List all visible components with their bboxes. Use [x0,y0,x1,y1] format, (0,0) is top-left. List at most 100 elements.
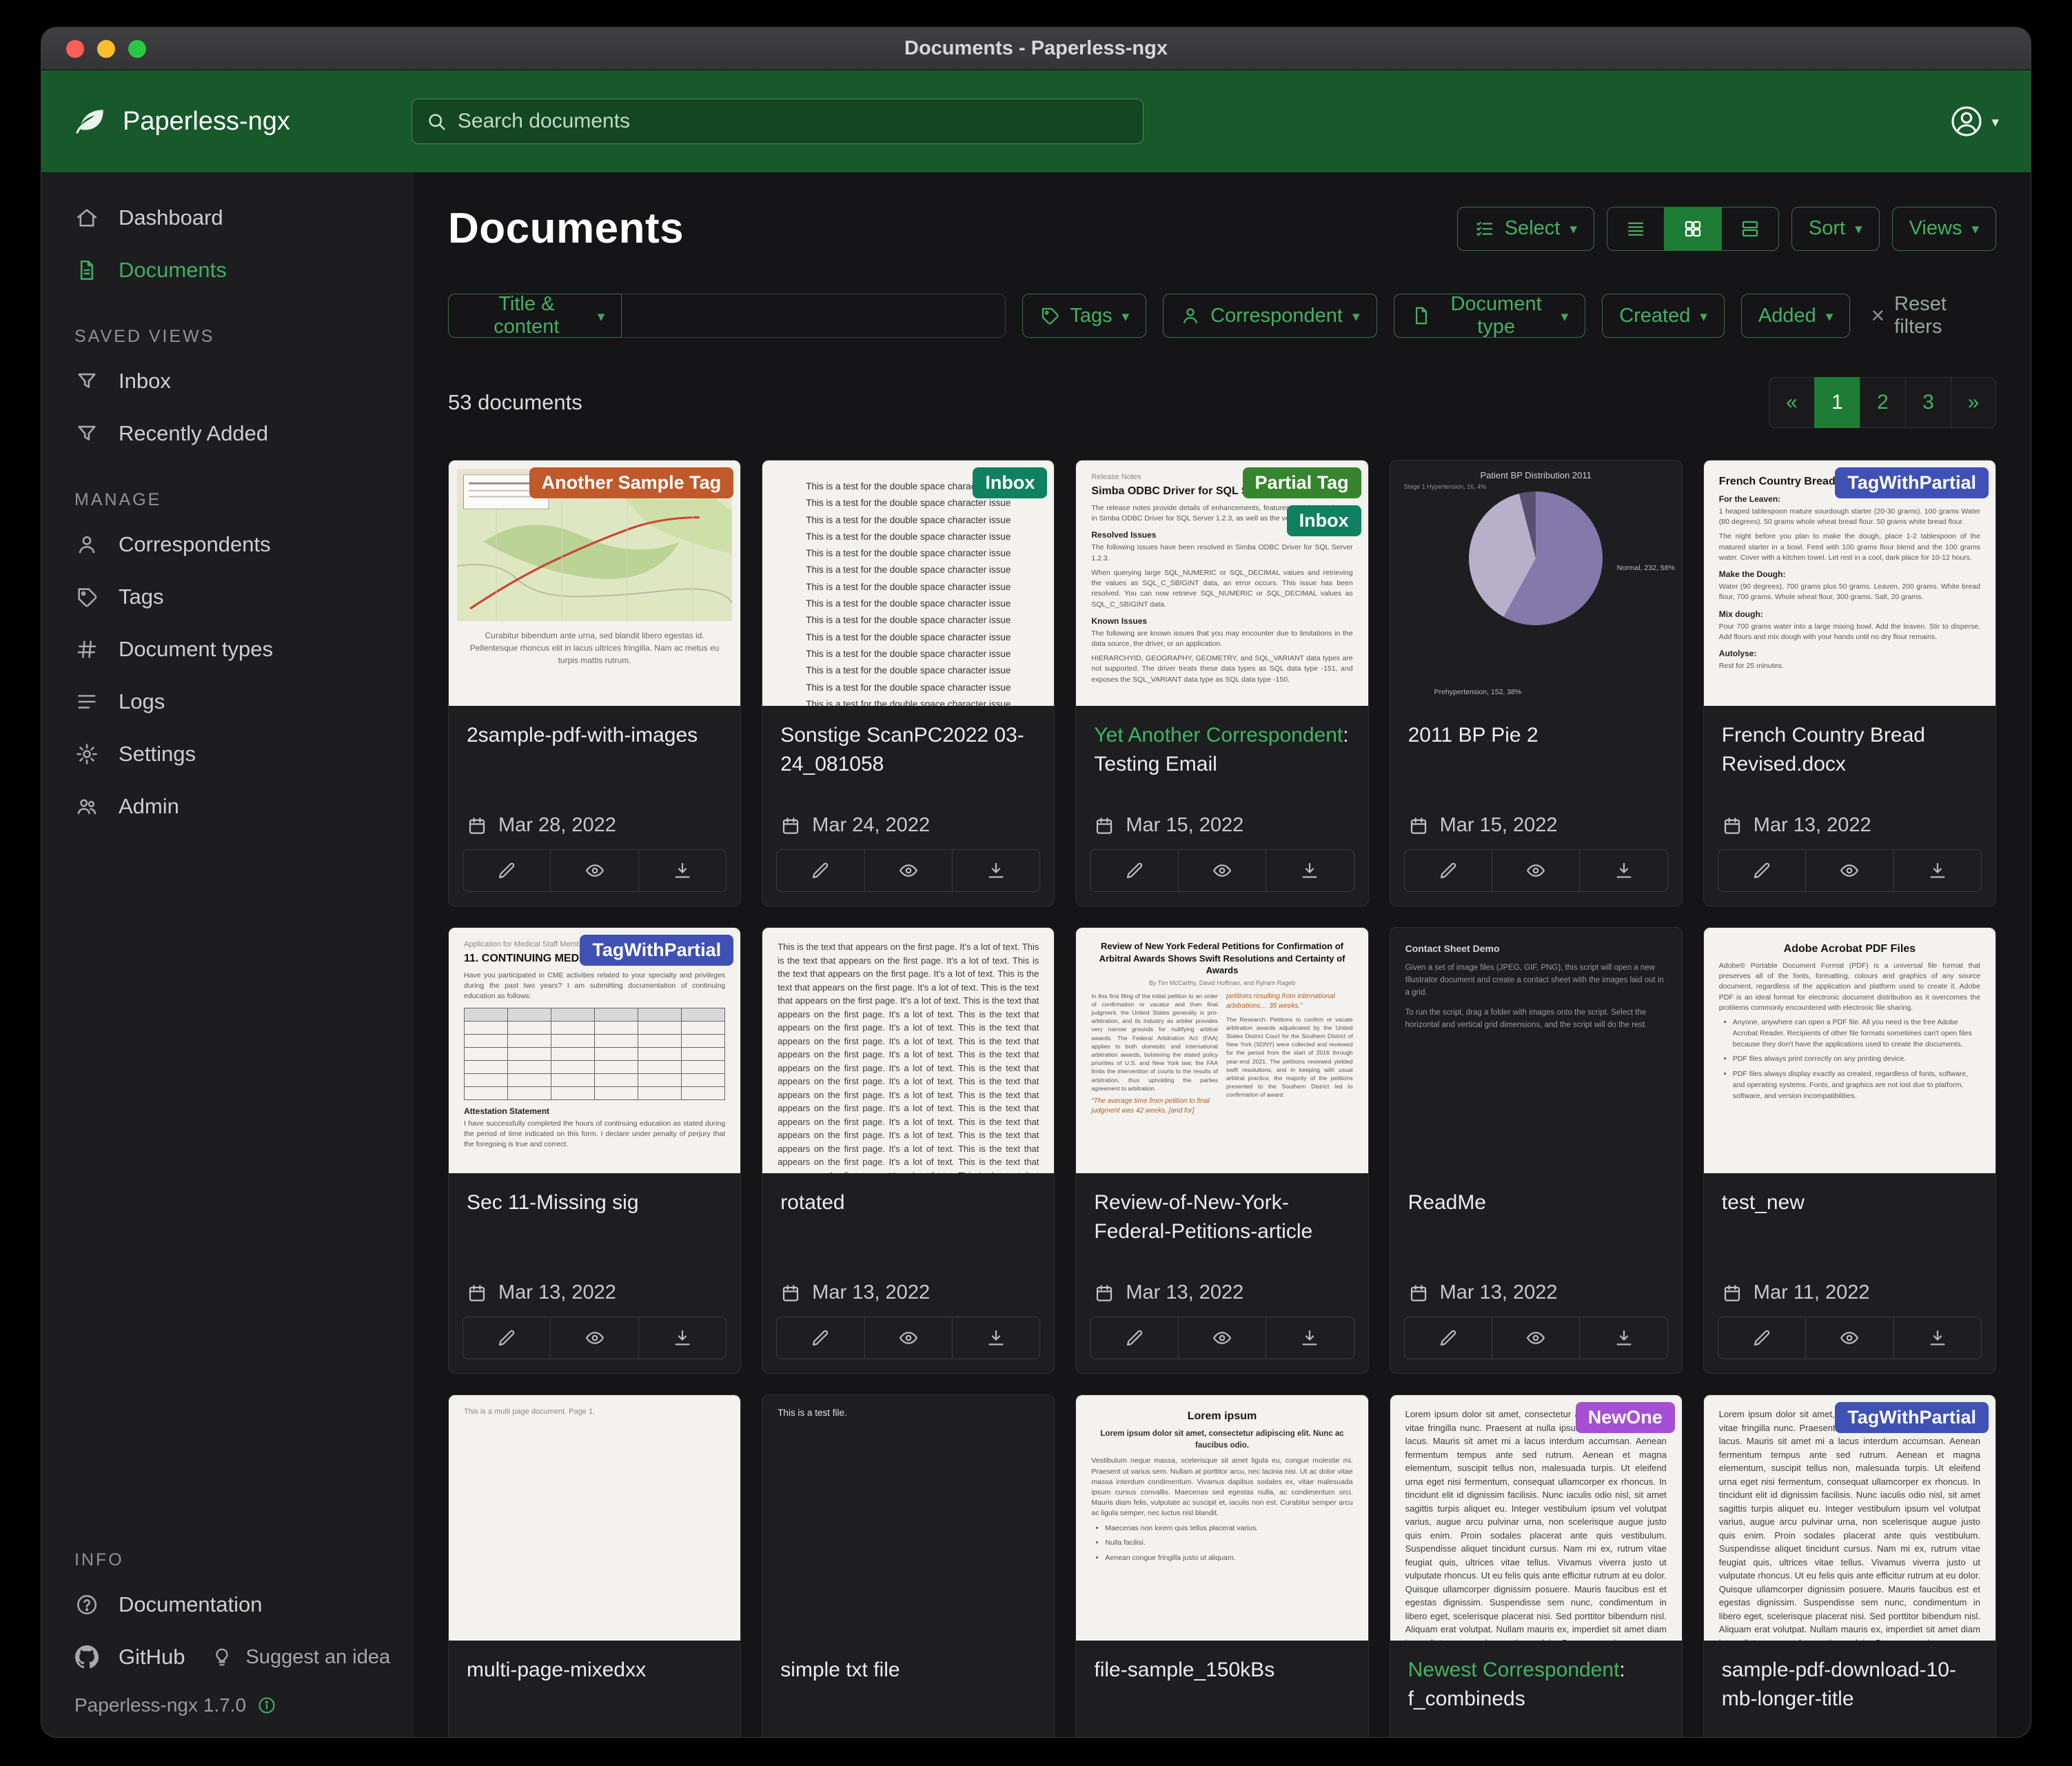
details-view-button[interactable] [1721,207,1779,251]
tag-badge-tagwithpartial[interactable]: TagWithPartial [580,935,733,966]
sidebar-item-admin[interactable]: Admin [41,780,414,833]
sidebar-item-documents[interactable]: Documents [41,244,414,296]
pagination-next[interactable]: » [1951,377,1996,428]
filter-tags-button[interactable]: Tags▾ [1022,294,1146,338]
document-title[interactable]: Review-of-New-York-Federal-Petitions-art… [1094,1188,1350,1246]
document-card[interactable]: This is the text that appears on the fir… [762,927,1055,1374]
document-title[interactable]: Sec 11-Missing sig [467,1188,722,1217]
tag-badge-inbox[interactable]: Inbox [973,467,1047,498]
document-card[interactable]: Release NotesSimba ODBC Driver for SQL S… [1075,460,1368,906]
edit-document-button[interactable] [463,850,550,891]
tag-badge-inbox[interactable]: Inbox [1287,505,1361,536]
edit-document-button[interactable] [1405,850,1492,891]
document-card[interactable]: Lorem ipsum dolor sit amet, consectetur … [1703,1394,1996,1737]
document-card[interactable]: French Country BreadFor the Leaven:1 hea… [1703,460,1996,906]
view-document-button[interactable] [1805,1317,1893,1359]
document-title[interactable]: Sonstige ScanPC2022 03-24_081058 [780,721,1036,779]
document-card[interactable]: Review of New York Federal Petitions for… [1075,927,1368,1374]
tag-badge-newone[interactable]: NewOne [1576,1402,1675,1433]
document-title[interactable]: test_new [1722,1188,1978,1217]
sidebar-item-recently-added[interactable]: Recently Added [41,407,414,460]
sort-button[interactable]: Sort ▾ [1791,207,1880,251]
edit-document-button[interactable] [1405,1317,1492,1359]
download-document-button[interactable] [638,850,726,891]
sidebar-item-tags[interactable]: Tags [41,571,414,623]
document-title[interactable]: 2sample-pdf-with-images [467,721,722,750]
edit-document-button[interactable] [1718,850,1805,891]
search-input[interactable] [458,110,1129,133]
document-title[interactable]: Yet Another Correspondent: Testing Email [1094,721,1350,779]
view-document-button[interactable] [1178,850,1266,891]
view-document-button[interactable] [1492,850,1579,891]
download-document-button[interactable] [1266,1317,1353,1359]
document-title[interactable]: multi-page-mixedxx [467,1656,722,1685]
document-card[interactable]: Lorem ipsumLorem ipsum dolor sit amet, c… [1075,1394,1368,1737]
document-title[interactable]: 2011 BP Pie 2 [1408,721,1664,750]
view-document-button[interactable] [550,850,638,891]
download-document-button[interactable] [1893,850,1981,891]
list-view-button[interactable] [1607,207,1664,251]
grid-view-button[interactable] [1664,207,1721,251]
download-document-button[interactable] [1893,1317,1981,1359]
document-card[interactable]: Curabitur bibendum ante urna, sed blandi… [448,460,741,906]
global-search[interactable] [412,99,1144,144]
sidebar-item-dashboard[interactable]: Dashboard [41,192,414,244]
download-document-button[interactable] [952,850,1039,891]
sidebar-item-settings[interactable]: Settings [41,728,414,780]
tag-badge-another-sample-tag[interactable]: Another Sample Tag [529,467,734,498]
app-brand[interactable]: Paperless-ngx [73,104,290,139]
view-document-button[interactable] [1178,1317,1266,1359]
edit-document-button[interactable] [463,1317,550,1359]
view-document-button[interactable] [1805,850,1893,891]
filter-added-button[interactable]: Added▾ [1741,294,1850,338]
document-card[interactable]: This is a test file.simple txt file [762,1394,1055,1737]
download-document-button[interactable] [952,1317,1039,1359]
edit-document-button[interactable] [777,850,864,891]
document-card[interactable]: Patient BP Distribution 2011Stage 1 Hype… [1390,460,1683,906]
filter-correspondent-button[interactable]: Correspondent▾ [1163,294,1377,338]
pagination-prev[interactable]: « [1769,377,1814,428]
view-document-button[interactable] [550,1317,638,1359]
edit-document-button[interactable] [1718,1317,1805,1359]
edit-document-button[interactable] [1090,1317,1177,1359]
sidebar-item-document-types[interactable]: Document types [41,623,414,676]
sidebar-item-documentation[interactable]: Documentation [41,1579,414,1631]
document-card[interactable]: Contact Sheet DemoGiven a set of image f… [1390,927,1683,1374]
document-correspondent-link[interactable]: Newest Correspondent [1408,1658,1620,1681]
document-card[interactable]: Lorem ipsum dolor sit amet, consectetur … [1390,1394,1683,1737]
document-card[interactable]: This is a multi page document. Page 1.mu… [448,1394,741,1737]
document-title[interactable]: ReadMe [1408,1188,1664,1217]
document-card[interactable]: Adobe Acrobat PDF FilesAdobe® Portable D… [1703,927,1996,1374]
document-title[interactable]: simple txt file [780,1656,1036,1685]
select-button[interactable]: Select ▾ [1457,207,1594,251]
views-button[interactable]: Views ▾ [1892,207,1996,251]
sidebar-item-inbox[interactable]: Inbox [41,355,414,407]
tag-badge-tagwithpartial[interactable]: TagWithPartial [1835,467,1989,498]
download-document-button[interactable] [1579,850,1667,891]
close-window-button[interactable] [66,40,84,58]
title-content-dropdown[interactable]: Title & content ▾ [448,294,622,338]
document-title[interactable]: Newest Correspondent: f_combineds [1408,1656,1664,1714]
view-document-button[interactable] [864,1317,952,1359]
download-document-button[interactable] [638,1317,726,1359]
document-correspondent-link[interactable]: Yet Another Correspondent [1094,724,1343,747]
document-card[interactable]: Application for Medical Staff Membership… [448,927,741,1374]
user-menu[interactable]: ▾ [1950,105,1999,138]
document-title[interactable]: French Country Bread Revised.docx [1722,721,1978,779]
edit-document-button[interactable] [1090,850,1177,891]
reset-filters-button[interactable]: × Reset filters [1871,293,1996,338]
sidebar-item-suggest-an-idea[interactable]: Suggest an idea [185,1631,390,1683]
filter-created-button[interactable]: Created▾ [1602,294,1725,338]
pagination-page-3[interactable]: 3 [1905,377,1951,428]
document-title[interactable]: sample-pdf-download-10-mb-longer-title [1722,1656,1978,1714]
edit-document-button[interactable] [777,1317,864,1359]
filter-document-type-button[interactable]: Document type▾ [1394,294,1586,338]
title-content-input[interactable] [622,294,1006,338]
tag-badge-partial-tag[interactable]: Partial Tag [1243,467,1361,498]
sidebar-item-logs[interactable]: Logs [41,676,414,728]
document-card[interactable]: This is a test for the double space char… [762,460,1055,906]
tag-badge-tagwithpartial[interactable]: TagWithPartial [1835,1402,1989,1433]
minimize-window-button[interactable] [97,40,115,58]
pagination-page-1[interactable]: 1 [1814,377,1860,428]
sidebar-item-github[interactable]: GitHub [41,1631,185,1683]
